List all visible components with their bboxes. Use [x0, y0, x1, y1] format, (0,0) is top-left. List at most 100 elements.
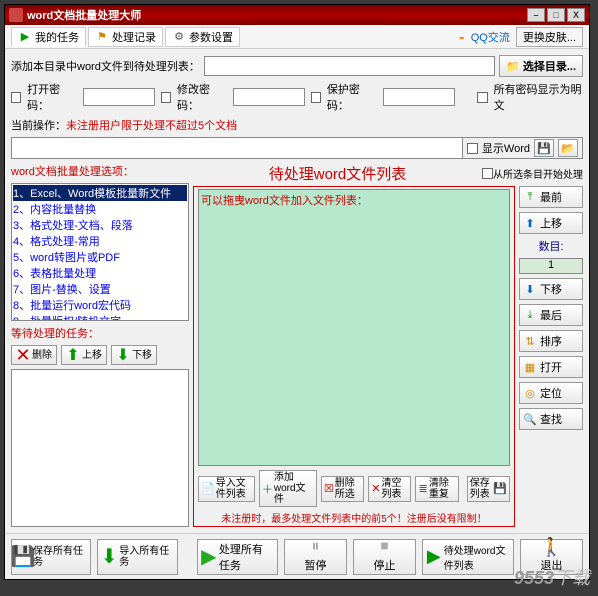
list-item[interactable]: 9、批量版权/随机文字: [13, 313, 187, 321]
register-note: 未注册时，最多处理文件列表中的前5个！注册后没有限制！: [194, 509, 514, 526]
save-all-tasks-button[interactable]: 💾 保存所有任务: [11, 539, 91, 575]
list-item[interactable]: 5、word转图片或PDF: [13, 249, 187, 265]
move-up-button[interactable]: ⬆ 上移: [61, 345, 107, 365]
count-value: 1: [519, 258, 583, 274]
show-plain-check[interactable]: [477, 92, 487, 103]
exit-button[interactable]: 🚶 退出: [520, 539, 583, 575]
move-down-button[interactable]: ⬇ 下移: [111, 345, 157, 365]
open-pwd-label: 打开密码：: [27, 81, 77, 113]
select-dir-button[interactable]: 📁 选择目录...: [499, 55, 583, 77]
flag-icon: ⚑: [95, 30, 109, 44]
maximize-button[interactable]: □: [547, 8, 565, 22]
import-all-tasks-button[interactable]: ⬇ 导入所有任务: [97, 539, 177, 575]
save-icon-button[interactable]: 💾: [534, 139, 554, 157]
locate-button[interactable]: ◎定位: [519, 382, 583, 404]
up-button[interactable]: ⬆上移: [519, 212, 583, 234]
gear-icon: ⚙: [172, 30, 186, 44]
pause-button[interactable]: ⏸ 暂停: [284, 539, 347, 575]
current-op-label: 当前操作：未注册用户限于处理不超过5个文档: [11, 117, 583, 133]
file-list-button[interactable]: ▶ 待处理word文件列表: [422, 539, 514, 575]
prot-pwd-label: 保护密码：: [327, 81, 377, 113]
top-icon: ⤒: [523, 190, 537, 204]
clear-dup-button[interactable]: ≣清除重复: [415, 476, 458, 502]
close-button[interactable]: X: [567, 8, 585, 22]
list-item[interactable]: 2、内容批量替换: [13, 201, 187, 217]
list-icon: ▶: [427, 550, 441, 564]
delete-icon: ☒: [324, 482, 334, 496]
qq-link[interactable]: ◒ QQ交流: [455, 29, 510, 45]
save-list-button[interactable]: 保存列表💾: [467, 476, 510, 502]
down-button[interactable]: ⬇下移: [519, 278, 583, 300]
qq-icon: ◒: [455, 30, 469, 44]
list-item[interactable]: 4、格式处理-常用: [13, 233, 187, 249]
add-word-button[interactable]: ＋添加word文件: [259, 470, 317, 507]
tab-history[interactable]: ⚑ 处理记录: [88, 27, 163, 47]
import-filelist-button[interactable]: 📄导入文件列表: [198, 476, 255, 502]
list-item[interactable]: 8、批量运行word宏代码: [13, 297, 187, 313]
prot-pwd-check[interactable]: [311, 92, 321, 103]
top-button[interactable]: ⤒最前: [519, 186, 583, 208]
file-list-header: 待处理word文件列表: [193, 163, 482, 184]
stop-button[interactable]: ⏹ 停止: [353, 539, 416, 575]
sort-button[interactable]: ⇅排序: [519, 330, 583, 352]
mod-pwd-label: 修改密码：: [177, 81, 227, 113]
skin-button[interactable]: 更换皮肤...: [516, 27, 583, 47]
list-item[interactable]: 1、Excel、Word模板批量新文件: [13, 185, 187, 201]
arrow-down-icon: ⬇: [116, 348, 130, 362]
minimize-button[interactable]: –: [527, 8, 545, 22]
options-listbox[interactable]: 1、Excel、Word模板批量新文件 2、内容批量替换 3、格式处理-文档、段…: [11, 183, 189, 321]
tab-label: 我的任务: [35, 29, 79, 45]
bottom-button[interactable]: ⤓最后: [519, 304, 583, 326]
search-icon: 🔍: [523, 412, 537, 426]
file-drop-area[interactable]: 可以拖曳word文件加入文件列表：: [198, 189, 510, 466]
folder-icon: 📁: [506, 59, 520, 73]
exit-icon: 🚶: [545, 540, 559, 554]
show-plain-label: 所有密码显示为明文: [494, 81, 583, 113]
x-icon: ✕: [16, 348, 30, 362]
window-title: word文档批量处理大师: [27, 7, 527, 23]
disk-icon: 💾: [493, 482, 507, 496]
list-item[interactable]: 7、图片-替换、设置: [13, 281, 187, 297]
dir-input[interactable]: [204, 56, 495, 76]
list-item[interactable]: 6、表格批量处理: [13, 265, 187, 281]
import-down-icon: ⬇: [102, 550, 116, 564]
open-pwd-check[interactable]: [11, 92, 21, 103]
play-icon: ▶: [18, 30, 32, 44]
disk-icon: 💾: [537, 141, 551, 155]
mod-pwd-input[interactable]: [233, 88, 305, 106]
tab-settings[interactable]: ⚙ 参数设置: [165, 27, 240, 47]
play-icon: ▶: [202, 550, 216, 564]
pending-title: 等待处理的任务：: [11, 325, 189, 341]
show-word-check[interactable]: [467, 143, 478, 154]
mod-pwd-check[interactable]: [161, 92, 171, 103]
list-item[interactable]: 3、格式处理-文档、段落: [13, 217, 187, 233]
pending-tasks-list[interactable]: [11, 369, 189, 527]
arrow-up-icon: ⬆: [66, 348, 80, 362]
tab-label: 参数设置: [189, 29, 233, 45]
open-button[interactable]: ▦打开: [519, 356, 583, 378]
tab-my-tasks[interactable]: ▶ 我的任务: [11, 27, 86, 47]
status-input[interactable]: [12, 138, 462, 158]
opts-title: word文档批量处理选项：: [11, 163, 189, 179]
clear-list-button[interactable]: ✕清空列表: [368, 476, 411, 502]
arrow-down-icon: ⬇: [523, 282, 537, 296]
process-all-button[interactable]: ▶ 处理所有任务: [197, 539, 278, 575]
stop-icon: ⏹: [377, 540, 391, 554]
open-pwd-input[interactable]: [83, 88, 155, 106]
sort-icon: ⇅: [523, 334, 537, 348]
app-icon: [9, 8, 23, 22]
arrow-up-icon: ⬆: [523, 216, 537, 230]
start-from-sel-label: 从所选条目开始处理: [493, 166, 583, 181]
open-icon-button[interactable]: 📂: [558, 139, 578, 157]
disk-icon: 💾: [16, 550, 30, 564]
grid-icon: ▦: [523, 360, 537, 374]
bottom-icon: ⤓: [523, 308, 537, 322]
import-icon: 📄: [201, 482, 215, 496]
delete-sel-button[interactable]: ☒删除所选: [321, 476, 364, 502]
prot-pwd-input[interactable]: [383, 88, 455, 106]
start-from-sel-check[interactable]: [482, 168, 493, 179]
clear-icon: ✕: [371, 482, 380, 496]
find-button[interactable]: 🔍查找: [519, 408, 583, 430]
delete-task-button[interactable]: ✕ 删除: [11, 345, 57, 365]
plus-icon: ＋: [262, 482, 273, 496]
